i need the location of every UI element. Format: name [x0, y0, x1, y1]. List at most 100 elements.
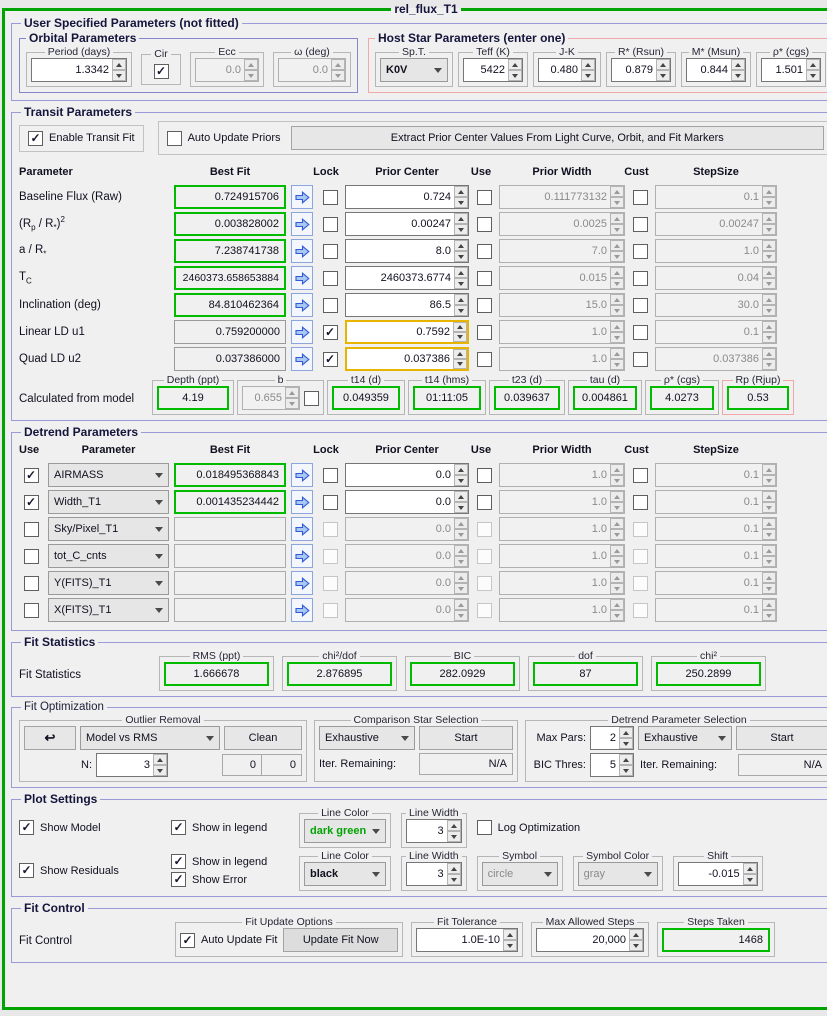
spin-up-icon[interactable] [629, 929, 643, 940]
spinner-buttons[interactable] [446, 820, 461, 842]
spinner-buttons[interactable] [454, 267, 468, 289]
spin-up-icon[interactable] [762, 545, 776, 556]
spinner-buttons[interactable] [446, 863, 461, 885]
detrend-start-button[interactable]: Start [736, 726, 827, 750]
spinner-buttons[interactable] [610, 599, 624, 621]
spinner-buttons[interactable] [453, 349, 467, 369]
copy-best-to-prior-icon[interactable] [291, 490, 313, 514]
use-prior-checkbox[interactable] [476, 521, 492, 537]
comp-star-start-button[interactable]: Start [419, 726, 513, 750]
spinner-buttons[interactable] [610, 186, 624, 208]
spin-down-icon[interactable] [454, 305, 468, 316]
step-size-input[interactable]: 1.0 [655, 239, 777, 263]
spinner-buttons[interactable] [762, 294, 776, 316]
use-prior-checkbox[interactable] [476, 324, 492, 340]
spin-up-icon[interactable] [762, 572, 776, 583]
detrend-param-select[interactable]: AIRMASS [48, 463, 169, 487]
spin-down-icon[interactable] [454, 610, 468, 621]
spin-down-icon[interactable] [610, 529, 624, 540]
step-size-input[interactable]: 0.1 [655, 598, 777, 622]
step-size-input[interactable]: 0.1 [655, 544, 777, 568]
enable-transit-fit-checkbox[interactable] [28, 130, 43, 146]
spinner-buttons[interactable] [112, 59, 126, 81]
step-size-input[interactable]: 30.0 [655, 293, 777, 317]
spin-down-icon[interactable] [610, 610, 624, 621]
spin-down-icon[interactable] [762, 556, 776, 567]
spin-down-icon[interactable] [454, 583, 468, 594]
spinner-buttons[interactable] [454, 213, 468, 235]
lock-checkbox[interactable] [322, 575, 338, 591]
cust-checkbox[interactable] [632, 189, 648, 205]
spinner-buttons[interactable] [610, 464, 624, 486]
prior-center-input[interactable]: 0.0 [345, 598, 469, 622]
copy-best-to-prior-icon[interactable] [291, 598, 313, 622]
lock-checkbox[interactable] [322, 189, 338, 205]
spin-down-icon[interactable] [762, 359, 776, 370]
spin-down-icon[interactable] [742, 874, 757, 885]
cust-checkbox[interactable] [632, 575, 648, 591]
spin-up-icon[interactable] [762, 186, 776, 197]
omega-input[interactable]: 0.0 [278, 58, 346, 82]
cust-checkbox[interactable] [632, 494, 648, 510]
prior-width-input[interactable]: 1.0 [499, 544, 625, 568]
spin-down-icon[interactable] [508, 70, 522, 81]
prior-center-input[interactable]: 8.0 [345, 239, 469, 263]
spin-down-icon[interactable] [731, 70, 745, 81]
model-show-in-legend-checkbox[interactable] [171, 820, 186, 835]
spin-up-icon[interactable] [762, 464, 776, 475]
spin-up-icon[interactable] [619, 727, 633, 738]
copy-best-to-prior-icon[interactable] [291, 293, 313, 317]
spin-up-icon[interactable] [610, 267, 624, 278]
spinner-buttons[interactable] [508, 59, 522, 81]
prior-width-input[interactable]: 0.0025 [499, 212, 625, 236]
spinner-buttons[interactable] [454, 240, 468, 262]
prior-width-input[interactable]: 7.0 [499, 239, 625, 263]
lock-checkbox[interactable] [322, 521, 338, 537]
spinner-buttons[interactable] [619, 754, 633, 776]
spinner-buttons[interactable] [454, 545, 468, 567]
use-detrend-checkbox[interactable] [23, 548, 39, 564]
spinner-buttons[interactable] [629, 929, 643, 951]
update-fit-now-button[interactable]: Update Fit Now [283, 928, 398, 952]
spinner-buttons[interactable] [762, 321, 776, 343]
use-detrend-checkbox[interactable] [23, 494, 39, 510]
spin-up-icon[interactable] [610, 464, 624, 475]
use-prior-checkbox[interactable] [476, 467, 492, 483]
spinner-buttons[interactable] [762, 186, 776, 208]
spin-down-icon[interactable] [656, 70, 670, 81]
spin-down-icon[interactable] [762, 332, 776, 343]
spin-down-icon[interactable] [610, 556, 624, 567]
spin-up-icon[interactable] [454, 545, 468, 556]
spin-down-icon[interactable] [454, 502, 468, 513]
spinner-buttons[interactable] [762, 240, 776, 262]
max-allowed-steps-input[interactable]: 20,000 [536, 928, 644, 952]
spinner-buttons[interactable] [454, 518, 468, 540]
spinner-buttons[interactable] [762, 348, 776, 370]
spin-up-icon[interactable] [762, 240, 776, 251]
spin-up-icon[interactable] [454, 240, 468, 251]
spinner-buttons[interactable] [454, 491, 468, 513]
spinner-buttons[interactable] [285, 387, 299, 409]
copy-best-to-prior-icon[interactable] [291, 347, 313, 371]
lock-checkbox[interactable] [322, 270, 338, 286]
spin-up-icon[interactable] [508, 59, 522, 70]
prior-width-input[interactable]: 1.0 [499, 571, 625, 595]
spinner-buttons[interactable] [742, 863, 757, 885]
copy-best-to-prior-icon[interactable] [291, 463, 313, 487]
use-prior-checkbox[interactable] [476, 602, 492, 618]
prior-center-input[interactable]: 0.7592 [345, 320, 469, 344]
spinner-buttons[interactable] [610, 348, 624, 370]
spinner-buttons[interactable] [453, 322, 467, 342]
spin-down-icon[interactable] [446, 831, 461, 842]
spin-down-icon[interactable] [454, 475, 468, 486]
spin-up-icon[interactable] [285, 387, 299, 398]
spin-up-icon[interactable] [454, 213, 468, 224]
prior-center-input[interactable]: 0.00247 [345, 212, 469, 236]
spin-up-icon[interactable] [762, 267, 776, 278]
spin-up-icon[interactable] [454, 267, 468, 278]
prior-width-input[interactable]: 1.0 [499, 347, 625, 371]
show-residuals-checkbox[interactable] [19, 863, 34, 878]
lock-checkbox[interactable] [322, 216, 338, 232]
spin-down-icon[interactable] [454, 278, 468, 289]
rstar-input[interactable]: 0.879 [611, 58, 671, 82]
